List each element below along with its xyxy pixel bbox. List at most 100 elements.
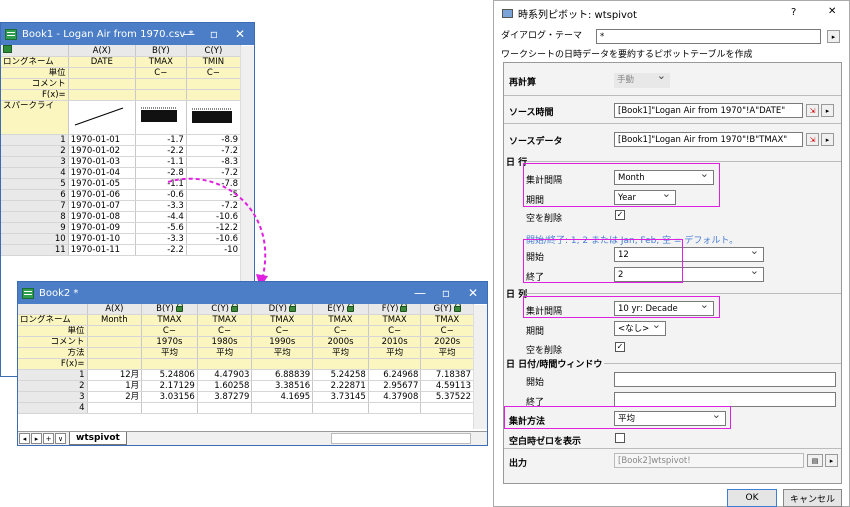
cell[interactable]: -1.1 bbox=[135, 156, 187, 168]
cell[interactable] bbox=[87, 325, 143, 337]
select-all-corner[interactable] bbox=[18, 304, 88, 315]
add-sheet-icon[interactable]: + bbox=[43, 433, 54, 444]
cell[interactable] bbox=[420, 358, 474, 370]
cell[interactable]: TMAX bbox=[251, 314, 314, 326]
cell[interactable]: 1990s bbox=[251, 336, 314, 348]
cell[interactable]: 2.22871 bbox=[312, 380, 369, 392]
cell[interactable]: 1970-01-04 bbox=[68, 167, 136, 179]
dialog-titlebar[interactable]: 時系列ピボット: wtspivot ? ✕ bbox=[494, 1, 849, 25]
cell[interactable]: 1.60258 bbox=[197, 380, 253, 392]
cell[interactable]: 3.38516 bbox=[251, 380, 314, 392]
cell[interactable] bbox=[197, 358, 253, 370]
source-time-field[interactable]: [Book1]"Logan Air from 1970"!A"DATE" bbox=[614, 103, 803, 118]
sheet-list-icon[interactable]: ∨ bbox=[55, 433, 66, 444]
remove-blank-checkbox[interactable]: ✓ bbox=[615, 210, 625, 220]
cell[interactable]: 5.37522 bbox=[420, 391, 474, 403]
source-data-field[interactable]: [Book1]"Logan Air from 1970"!B"TMAX" bbox=[614, 132, 803, 147]
cell[interactable]: 5.24258 bbox=[312, 369, 369, 381]
theme-field[interactable]: * bbox=[596, 29, 821, 44]
cell[interactable]: 1980s bbox=[197, 336, 253, 348]
col-remove-blank-checkbox[interactable]: ✓ bbox=[615, 342, 625, 352]
column-header[interactable]: A(X) bbox=[68, 45, 136, 57]
sparkline-date[interactable] bbox=[68, 100, 136, 135]
row-header[interactable]: 6 bbox=[1, 189, 69, 201]
cell[interactable]: 4.47903 bbox=[197, 369, 253, 381]
cell[interactable] bbox=[87, 402, 143, 414]
row-header[interactable]: 4 bbox=[18, 402, 88, 414]
cell[interactable]: 1970-01-10 bbox=[68, 233, 136, 245]
row-header[interactable]: 11 bbox=[1, 244, 69, 256]
vertical-scrollbar[interactable] bbox=[473, 305, 487, 429]
book1-titlebar[interactable]: Book1 - Logan Air from 1970.csv * — ▫ ✕ bbox=[1, 23, 254, 45]
restore-icon[interactable]: ▫ bbox=[432, 282, 460, 304]
cell[interactable]: 2000s bbox=[312, 336, 369, 348]
row-header[interactable]: 10 bbox=[1, 233, 69, 245]
row-header[interactable]: 3 bbox=[1, 156, 69, 168]
column-header[interactable]: F(Y) bbox=[368, 304, 422, 315]
cell[interactable]: C− bbox=[420, 325, 474, 337]
cell[interactable]: 1970-01-09 bbox=[68, 222, 136, 234]
cell[interactable] bbox=[141, 402, 198, 414]
horizontal-scrollbar[interactable] bbox=[331, 433, 471, 444]
cell[interactable] bbox=[186, 89, 242, 101]
cell[interactable]: 平均 bbox=[197, 347, 253, 359]
cell[interactable]: 5.24806 bbox=[141, 369, 198, 381]
cell[interactable]: 6.24968 bbox=[368, 369, 422, 381]
cell[interactable]: 1970-01-08 bbox=[68, 211, 136, 223]
source-time-menu-button[interactable]: ▸ bbox=[821, 104, 834, 117]
cell[interactable]: 2月 bbox=[87, 391, 143, 403]
cell[interactable]: 平均 bbox=[312, 347, 369, 359]
output-options-icon[interactable]: ▤ bbox=[807, 454, 823, 467]
sheet-tab-wtspivot[interactable]: wtspivot bbox=[69, 432, 127, 445]
row-header[interactable]: 4 bbox=[1, 167, 69, 179]
cell[interactable] bbox=[368, 358, 422, 370]
cell[interactable]: 平均 bbox=[420, 347, 474, 359]
cell[interactable]: 平均 bbox=[141, 347, 198, 359]
sparkline-tmin[interactable] bbox=[186, 100, 242, 135]
cancel-button[interactable]: キャンセル bbox=[783, 489, 842, 507]
cell[interactable]: 6.88839 bbox=[251, 369, 314, 381]
theme-menu-button[interactable]: ▸ bbox=[827, 30, 840, 43]
cell[interactable]: 平均 bbox=[368, 347, 422, 359]
cell[interactable]: 4.37908 bbox=[368, 391, 422, 403]
output-field[interactable]: [Book2]wtspivot! bbox=[614, 453, 804, 468]
column-header[interactable]: B(Y) bbox=[141, 304, 198, 315]
cell[interactable] bbox=[68, 89, 136, 101]
cell[interactable] bbox=[135, 89, 187, 101]
cell[interactable] bbox=[197, 402, 253, 414]
row-header[interactable]: 1 bbox=[1, 134, 69, 146]
close-dialog-button[interactable]: ✕ bbox=[828, 6, 836, 17]
cell[interactable] bbox=[312, 358, 369, 370]
cell[interactable]: 3.03156 bbox=[141, 391, 198, 403]
cell[interactable] bbox=[87, 358, 143, 370]
cell[interactable]: 1月 bbox=[87, 380, 143, 392]
row-header[interactable]: 8 bbox=[1, 211, 69, 223]
row-header[interactable]: 7 bbox=[1, 200, 69, 212]
cell[interactable]: -8.9 bbox=[186, 134, 242, 146]
cell[interactable]: 7.18387 bbox=[420, 369, 474, 381]
next-sheet-icon[interactable]: ▸ bbox=[31, 433, 42, 444]
cell[interactable]: -2.2 bbox=[135, 145, 187, 157]
row-header[interactable]: 2 bbox=[1, 145, 69, 157]
cell[interactable]: 4.1695 bbox=[251, 391, 314, 403]
cell[interactable] bbox=[186, 78, 242, 90]
cell[interactable]: -8.3 bbox=[186, 156, 242, 168]
cell[interactable]: C− bbox=[141, 325, 198, 337]
cell[interactable]: TMAX bbox=[135, 56, 187, 68]
cell[interactable]: TMAX bbox=[420, 314, 474, 326]
cell[interactable] bbox=[87, 336, 143, 348]
cell[interactable] bbox=[87, 347, 143, 359]
sparkline-tmax[interactable] bbox=[135, 100, 187, 135]
cell[interactable]: DATE bbox=[68, 56, 136, 68]
cell[interactable]: C− bbox=[312, 325, 369, 337]
cell[interactable]: 1970s bbox=[141, 336, 198, 348]
minimize-icon[interactable]: — bbox=[406, 282, 434, 304]
cell[interactable]: TMAX bbox=[197, 314, 253, 326]
cell[interactable]: -1.7 bbox=[135, 134, 187, 146]
column-header[interactable]: D(Y) bbox=[251, 304, 314, 315]
restore-icon[interactable]: ▫ bbox=[200, 23, 228, 45]
cell[interactable]: 1970-01-05 bbox=[68, 178, 136, 190]
dtw-end-field[interactable] bbox=[614, 392, 836, 407]
cell[interactable] bbox=[68, 67, 136, 79]
row-header[interactable]: 9 bbox=[1, 222, 69, 234]
